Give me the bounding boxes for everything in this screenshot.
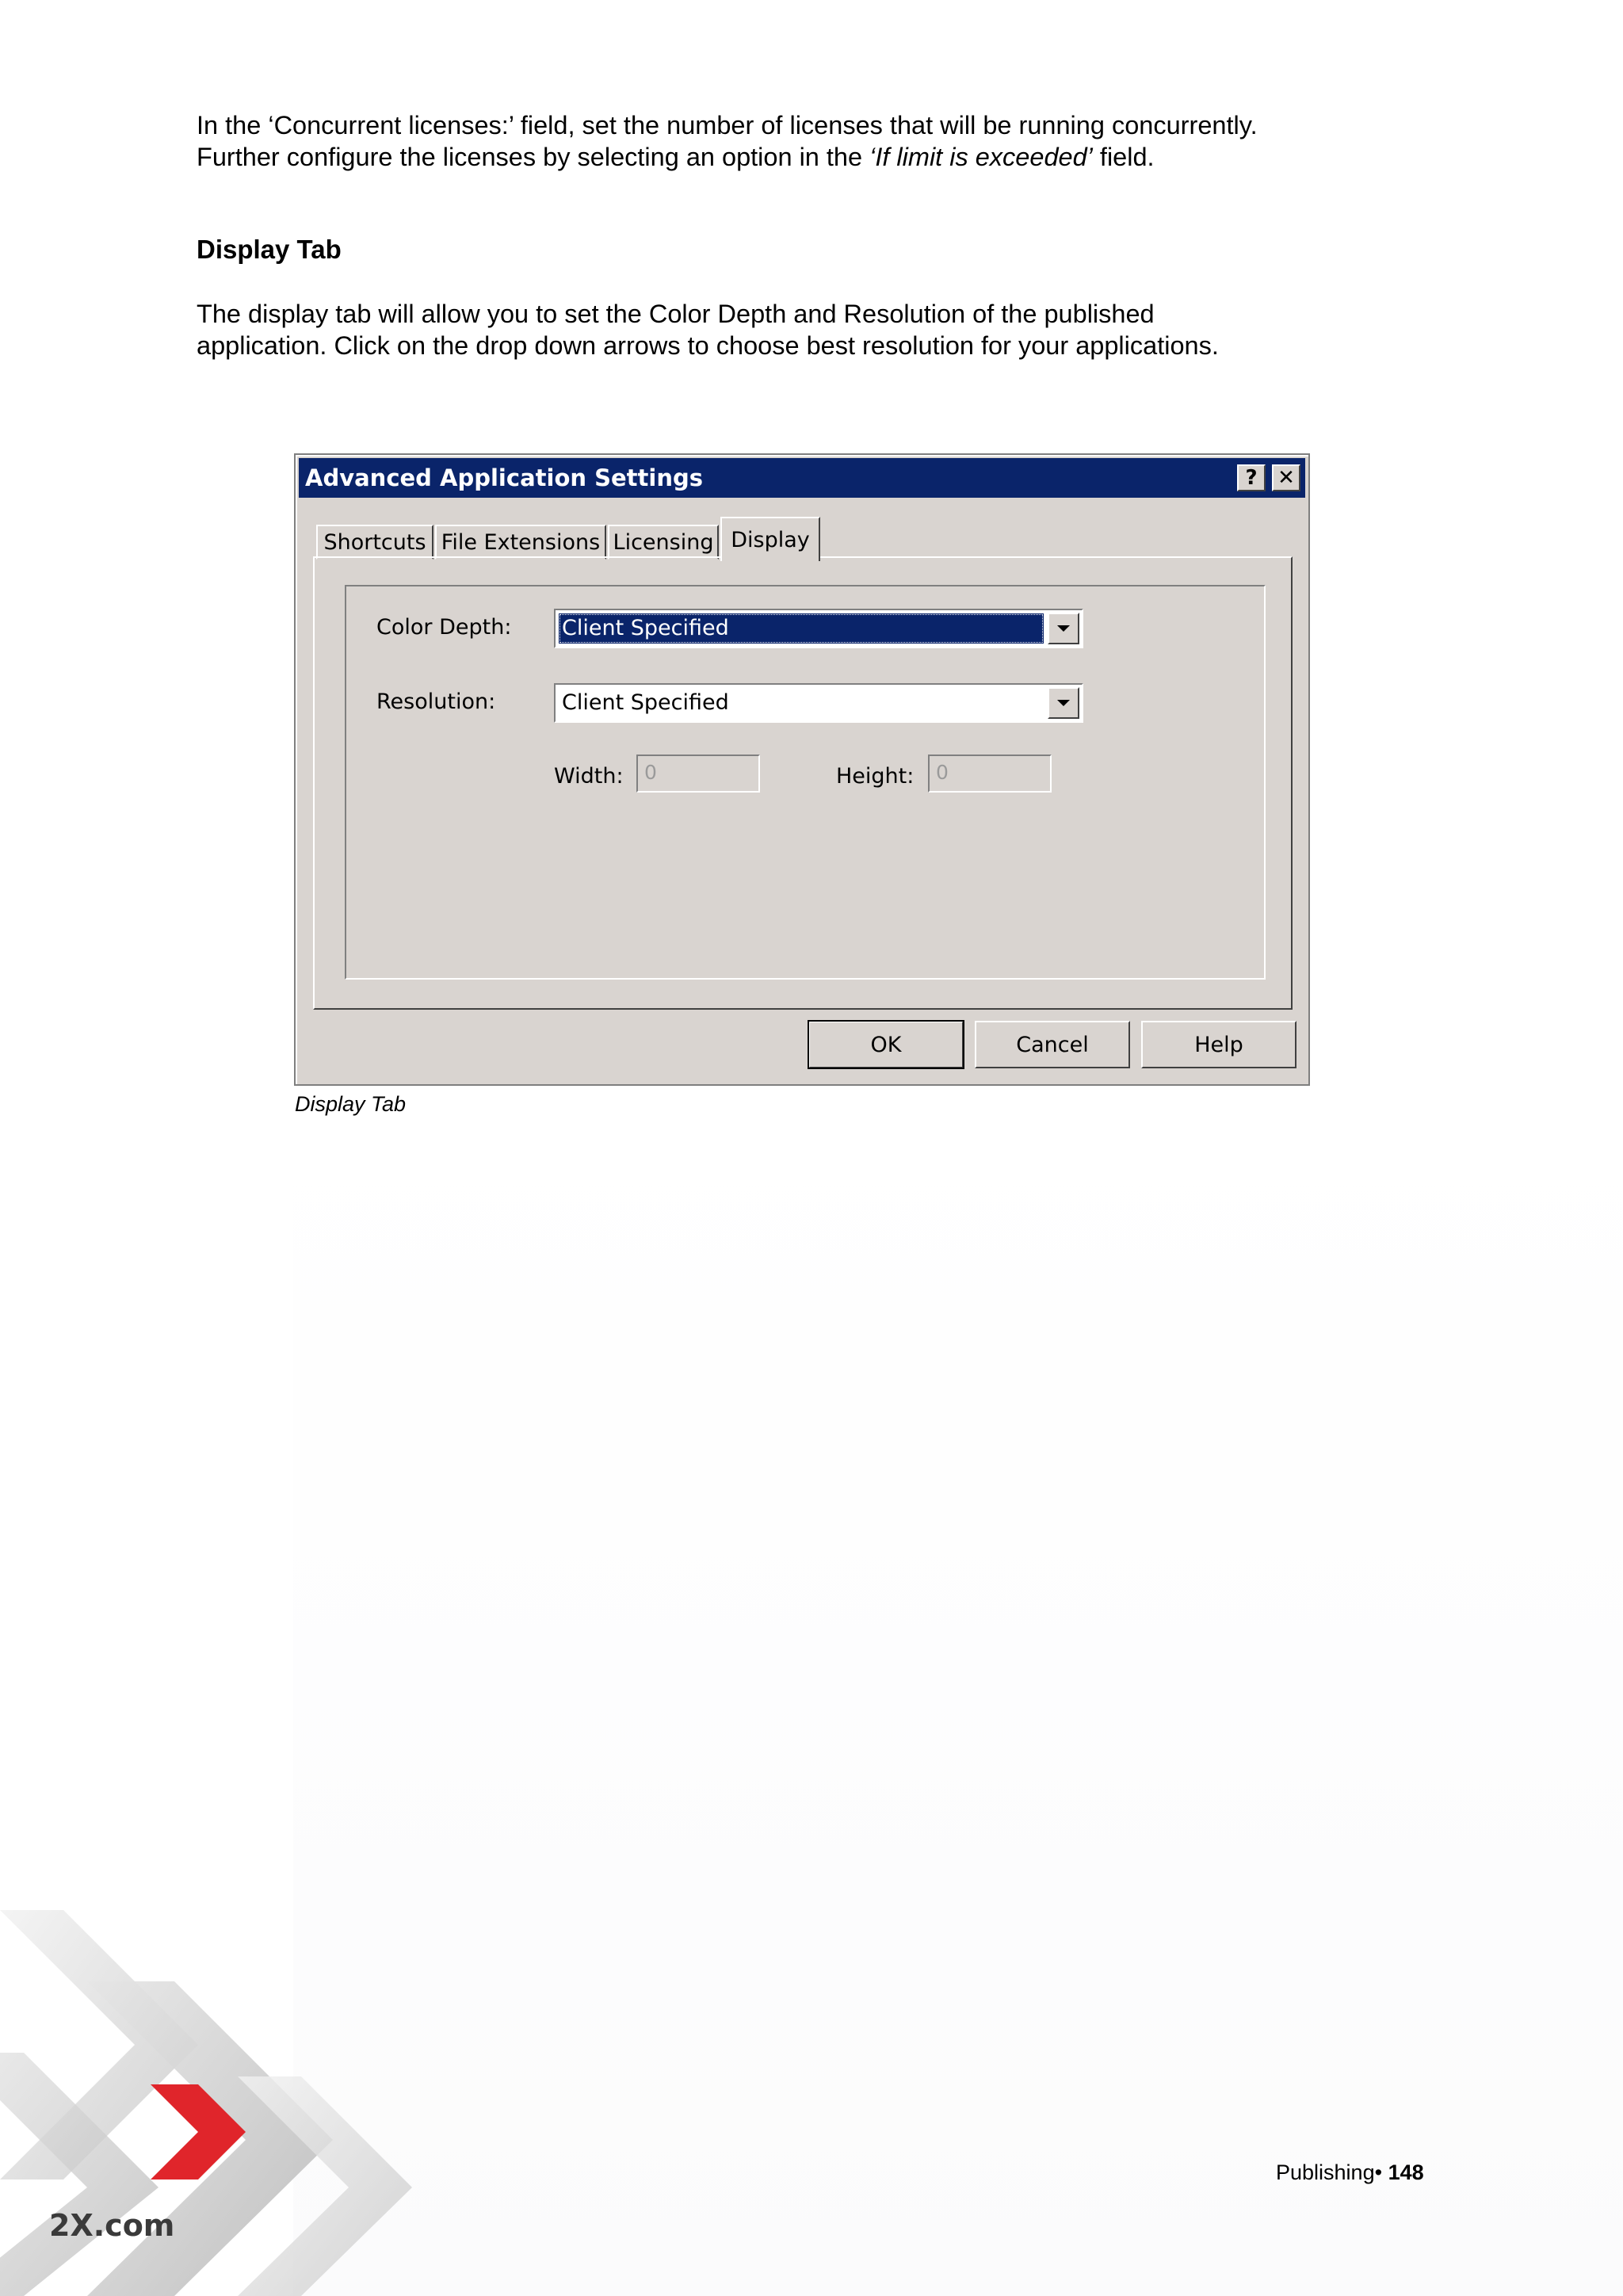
display-tab-panel: Color Depth: Client Specified Resolution… bbox=[313, 556, 1293, 1010]
section-line-2: application. Click on the drop down arro… bbox=[197, 331, 1219, 360]
intro-line-2: Further configure the licenses by select… bbox=[197, 141, 1433, 173]
page-number: 148 bbox=[1388, 2160, 1424, 2184]
display-groupbox: Color Depth: Client Specified Resolution… bbox=[345, 585, 1266, 980]
help-button[interactable]: Help bbox=[1141, 1021, 1296, 1068]
section-heading: Display Tab bbox=[197, 235, 342, 264]
tab-file-extensions[interactable]: File Extensions bbox=[435, 525, 606, 560]
section-paragraph: The display tab will allow you to set th… bbox=[197, 298, 1433, 361]
close-icon: ✕ bbox=[1277, 466, 1295, 490]
color-depth-label: Color Depth: bbox=[376, 615, 512, 640]
close-title-button[interactable]: ✕ bbox=[1272, 464, 1300, 491]
chevron-down-icon bbox=[1057, 625, 1070, 632]
intro-line-1: In the ‘Concurrent licenses:’ field, set… bbox=[197, 111, 1258, 139]
ok-button[interactable]: OK bbox=[808, 1020, 964, 1069]
intro-line-2-prefix: Further configure the licenses by select… bbox=[197, 143, 870, 171]
color-depth-dropdown-arrow[interactable] bbox=[1048, 613, 1079, 644]
height-field[interactable]: 0 bbox=[928, 755, 1052, 793]
footer-bullet: • bbox=[1374, 2160, 1383, 2184]
resolution-dropdown[interactable]: Client Specified bbox=[554, 683, 1083, 723]
color-depth-dropdown[interactable]: Client Specified bbox=[554, 609, 1083, 648]
tab-shortcuts[interactable]: Shortcuts bbox=[316, 525, 433, 560]
intro-line-2-italic: ‘If limit is exceeded’ bbox=[869, 143, 1093, 171]
resolution-dropdown-arrow[interactable] bbox=[1048, 687, 1079, 719]
resolution-value: Client Specified bbox=[562, 690, 729, 715]
resolution-label: Resolution: bbox=[376, 690, 496, 714]
width-field[interactable]: 0 bbox=[636, 755, 760, 793]
advanced-application-settings-dialog: Advanced Application Settings ? ✕ Shortc… bbox=[294, 453, 1310, 1086]
help-title-button[interactable]: ? bbox=[1237, 464, 1266, 491]
tab-display[interactable]: Display bbox=[720, 517, 820, 561]
width-label: Width: bbox=[554, 764, 624, 789]
dialog-title: Advanced Application Settings bbox=[305, 464, 703, 491]
intro-paragraph: In the ‘Concurrent licenses:’ field, set… bbox=[197, 109, 1433, 173]
tab-licensing[interactable]: Licensing bbox=[608, 525, 719, 560]
chevron-down-icon bbox=[1057, 700, 1070, 706]
figure-caption: Display Tab bbox=[295, 1092, 407, 1116]
page-footer: Publishing• 148 bbox=[1276, 2160, 1424, 2185]
question-mark-icon: ? bbox=[1245, 466, 1258, 490]
cancel-button[interactable]: Cancel bbox=[975, 1021, 1130, 1068]
footer-section: Publishing bbox=[1276, 2160, 1375, 2184]
section-line-1: The display tab will allow you to set th… bbox=[197, 300, 1155, 328]
logo-2x-com: 2X.com bbox=[49, 2208, 175, 2243]
logo-red-chevron bbox=[151, 2084, 246, 2179]
color-depth-value: Client Specified bbox=[559, 613, 1044, 644]
height-label: Height: bbox=[836, 764, 915, 789]
intro-line-2-suffix: field. bbox=[1092, 143, 1155, 171]
dialog-titlebar: Advanced Application Settings ? ✕ bbox=[299, 458, 1305, 498]
